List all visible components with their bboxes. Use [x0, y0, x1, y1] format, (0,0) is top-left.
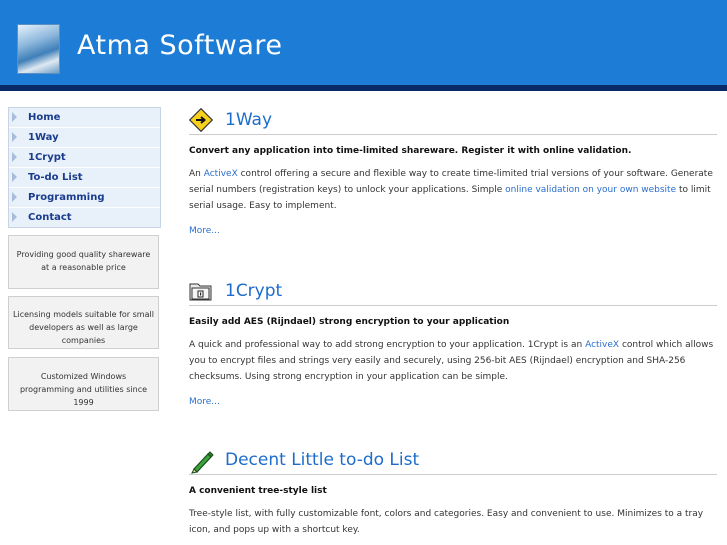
product-todo-list: Decent Little to-do List A convenient tr…: [189, 448, 717, 538]
custom-programming-box: Customized Windows programming and utili…: [8, 357, 159, 411]
nav-label: To-do List: [28, 172, 83, 183]
nav-label: Contact: [28, 212, 72, 223]
activex-link[interactable]: ActiveX: [204, 169, 238, 179]
logo-image[interactable]: [17, 24, 60, 74]
section-header: Decent Little to-do List: [189, 448, 717, 475]
arrow-icon: [12, 212, 17, 222]
section-subtitle: A convenient tree-style list: [189, 486, 327, 496]
section-title[interactable]: 1Crypt: [225, 281, 282, 301]
nav-item-1crypt[interactable]: 1Crypt: [9, 148, 160, 168]
more-link[interactable]: More...: [189, 397, 717, 407]
section-subtitle: Convert any application into time-limite…: [189, 146, 632, 156]
licensing-text: Licensing models suitable for small deve…: [13, 310, 154, 345]
nav-item-todo-list[interactable]: To-do List: [9, 168, 160, 188]
text: A quick and professional way to add stro…: [189, 340, 586, 350]
online-validation-link[interactable]: online validation on your own website: [505, 185, 676, 195]
activex-link[interactable]: ActiveX: [585, 340, 619, 350]
nav-label: 1Way: [28, 132, 59, 143]
header-divider: [0, 85, 727, 91]
arrow-icon: [12, 172, 17, 182]
arrow-icon: [12, 132, 17, 142]
pencil-icon: [191, 451, 214, 474]
nav-item-contact[interactable]: Contact: [9, 208, 160, 227]
section-title[interactable]: Decent Little to-do List: [225, 450, 419, 470]
section-description: An ActiveX control offering a secure and…: [189, 166, 717, 214]
nav-label: Home: [28, 112, 61, 123]
more-link[interactable]: More...: [189, 226, 717, 236]
sidebar-nav: Home 1Way 1Crypt To-do List Programming …: [8, 107, 161, 228]
section-description: Tree-style list, with fully customizable…: [189, 509, 704, 535]
section-header: 1Crypt: [189, 279, 717, 306]
section-description: A quick and professional way to add stro…: [189, 337, 717, 385]
arrow-icon: [12, 152, 17, 162]
section-subtitle: Easily add AES (Rijndael) strong encrypt…: [189, 317, 510, 327]
custom-programming-text: Customized Windows programming and utili…: [19, 372, 148, 407]
nav-label: 1Crypt: [28, 152, 66, 163]
nav-label: Programming: [28, 192, 105, 203]
product-1crypt: 1Crypt Easily add AES (Rijndael) strong …: [189, 279, 717, 407]
text: An: [189, 169, 204, 179]
folder-lock-icon: [189, 283, 212, 301]
section-header: 1Way: [189, 108, 717, 135]
arrow-sign-icon: [189, 108, 213, 132]
site-title[interactable]: Atma Software: [77, 30, 283, 61]
product-1way: 1Way Convert any application into time-l…: [189, 108, 717, 236]
arrow-icon: [12, 192, 17, 202]
nav-item-programming[interactable]: Programming: [9, 188, 160, 208]
nav-item-1way[interactable]: 1Way: [9, 128, 160, 148]
section-title[interactable]: 1Way: [225, 110, 272, 130]
licensing-box: Licensing models suitable for small deve…: [8, 296, 159, 349]
nav-item-home[interactable]: Home: [9, 108, 160, 128]
arrow-icon: [12, 112, 17, 122]
site-header: Atma Software: [0, 0, 727, 85]
tagline-text: Providing good quality shareware at a re…: [16, 250, 151, 272]
tagline-box: Providing good quality shareware at a re…: [8, 235, 159, 289]
